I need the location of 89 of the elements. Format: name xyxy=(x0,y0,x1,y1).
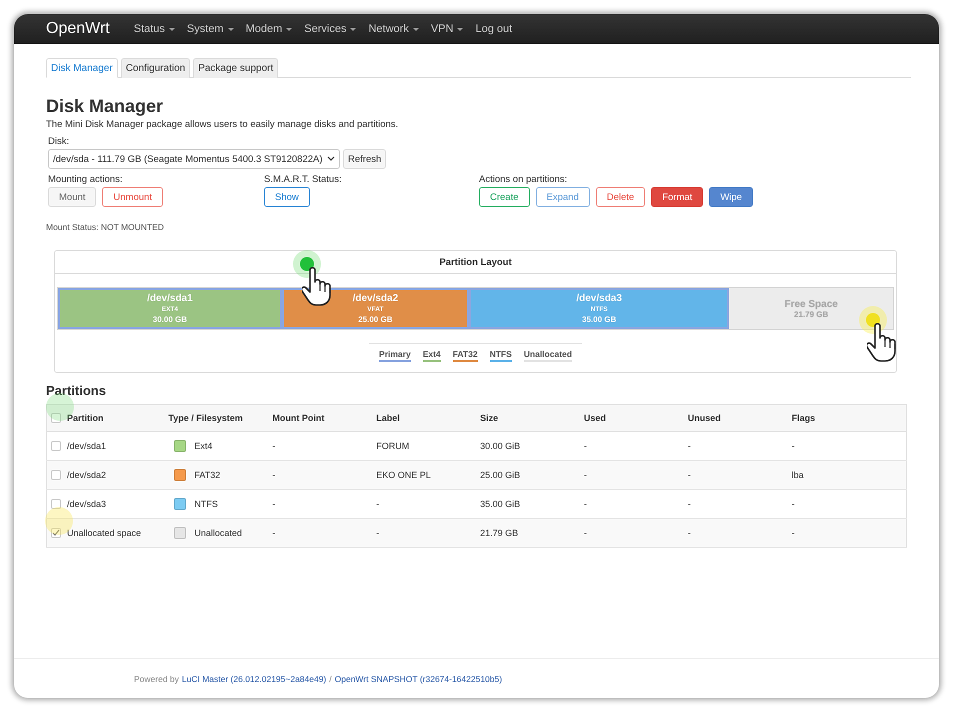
table-cell: lba xyxy=(788,460,906,490)
column-header: Size xyxy=(476,404,580,432)
footer-link[interactable]: LuCI Master (26.012.02195~2a84e49) xyxy=(182,674,326,684)
partition-name: /dev/sda2 xyxy=(67,470,106,480)
table-cell: - xyxy=(684,460,788,490)
caret-icon xyxy=(168,28,175,30)
refresh-button[interactable]: Refresh xyxy=(343,149,386,169)
table-cell: - xyxy=(580,460,684,490)
nav-menu-item[interactable]: Modem xyxy=(240,14,298,44)
table-cell: - xyxy=(684,490,788,518)
column-header-text: Partition xyxy=(67,413,104,423)
column-header: Type / Filesystem xyxy=(164,404,268,432)
section-title: Partitions xyxy=(46,383,107,398)
checkbox[interactable] xyxy=(51,470,61,480)
tab[interactable]: Package support xyxy=(193,58,278,78)
table-cell: - xyxy=(684,432,788,460)
table-cell: - xyxy=(788,490,906,518)
table-cell: 21.79 GB xyxy=(476,518,580,548)
table-cell: - xyxy=(268,518,372,548)
nav-menu-item[interactable]: Status xyxy=(128,14,181,44)
partition-name: /dev/sda1 xyxy=(67,441,106,451)
column-header: Used xyxy=(580,404,684,432)
action-button[interactable]: Unmount xyxy=(102,187,163,207)
table-cell: EKO ONE PL xyxy=(372,460,476,490)
table-cell: - xyxy=(580,490,684,518)
action-button[interactable]: Delete xyxy=(596,187,646,207)
chevron-down-icon xyxy=(327,156,335,162)
mount-status-text: Mount Status: NOT MOUNTED xyxy=(46,222,165,232)
action-button[interactable]: Wipe xyxy=(709,187,753,207)
tab[interactable]: Disk Manager xyxy=(46,58,118,78)
nav-menu-item[interactable]: VPN xyxy=(424,14,470,44)
filesystem-type: Ext4 xyxy=(194,441,212,451)
disk-label: Disk: xyxy=(47,136,70,147)
caret-icon xyxy=(286,28,292,30)
column-header: Flags xyxy=(788,404,906,432)
legend-item: FAT32 xyxy=(452,349,478,362)
table-cell: - xyxy=(268,460,372,490)
tab[interactable]: Configuration xyxy=(120,58,190,78)
table-cell: 25.00 GiB xyxy=(476,460,580,490)
disk-select[interactable]: /dev/sda - 111.79 GB (Seagate Momentus 5400.3 ST9120822A) xyxy=(48,149,340,169)
action-button[interactable]: Format xyxy=(651,187,704,207)
legend-item: Primary xyxy=(379,349,411,362)
table-cell: 30.00 GiB xyxy=(476,432,580,460)
caret-icon xyxy=(228,28,234,30)
footer-separator: / xyxy=(329,674,332,684)
table-cell: - xyxy=(580,432,684,460)
checkmark-icon xyxy=(52,529,60,537)
column-header: Label xyxy=(372,404,476,432)
table-cell: - xyxy=(372,518,476,548)
legend-item: Ext4 xyxy=(422,349,441,362)
checkbox[interactable] xyxy=(51,413,61,423)
table-cell: 35.00 GiB xyxy=(476,490,580,518)
nav-menu-item[interactable]: System xyxy=(180,14,240,44)
group-label: Actions on partitions: xyxy=(479,174,568,185)
partition-name: /dev/sda3 xyxy=(67,499,106,509)
checkbox[interactable] xyxy=(51,499,61,509)
filesystem-type: NTFS xyxy=(194,499,218,509)
footer-text: Powered by xyxy=(134,674,179,684)
action-button[interactable]: Show xyxy=(264,187,310,207)
table-cell: - xyxy=(684,518,788,548)
table-cell: - xyxy=(580,518,684,548)
nav-menu-item[interactable]: Log out xyxy=(469,14,518,44)
nav-menu-item[interactable]: Services xyxy=(298,14,362,44)
table-cell: - xyxy=(788,432,906,460)
table-cell: - xyxy=(268,490,372,518)
page-title: Disk Manager xyxy=(46,96,164,117)
caret-icon xyxy=(457,28,464,30)
checkbox[interactable] xyxy=(51,528,61,538)
footer-link[interactable]: OpenWrt SNAPSHOT (r32674-16422510b5) xyxy=(334,674,502,684)
table-cell: FORUM xyxy=(372,432,476,460)
caret-icon xyxy=(350,28,356,30)
checkbox[interactable] xyxy=(51,441,61,451)
group-label: S.M.A.R.T. Status: xyxy=(264,174,343,185)
page-description: The Mini Disk Manager package allows users to easily manage disks and partitions. xyxy=(46,119,400,130)
legend-item: Unallocated xyxy=(524,349,572,362)
table-cell: - xyxy=(268,432,372,460)
caret-icon xyxy=(412,28,419,30)
filesystem-type: FAT32 xyxy=(194,470,220,480)
action-button[interactable]: Mount xyxy=(48,187,96,207)
group-label: Mounting actions: xyxy=(48,174,124,185)
column-header: Unused xyxy=(684,404,788,432)
brand-logo-text[interactable]: OpenWrt xyxy=(46,20,110,38)
filesystem-type: Unallocated xyxy=(194,528,242,538)
legend-item: NTFS xyxy=(490,349,512,362)
nav-menu-item[interactable]: Network xyxy=(362,14,425,44)
partition-name: Unallocated space xyxy=(67,528,142,538)
table-cell: - xyxy=(788,518,906,548)
table-cell: - xyxy=(372,490,476,518)
column-header: Mount Point xyxy=(268,404,372,432)
